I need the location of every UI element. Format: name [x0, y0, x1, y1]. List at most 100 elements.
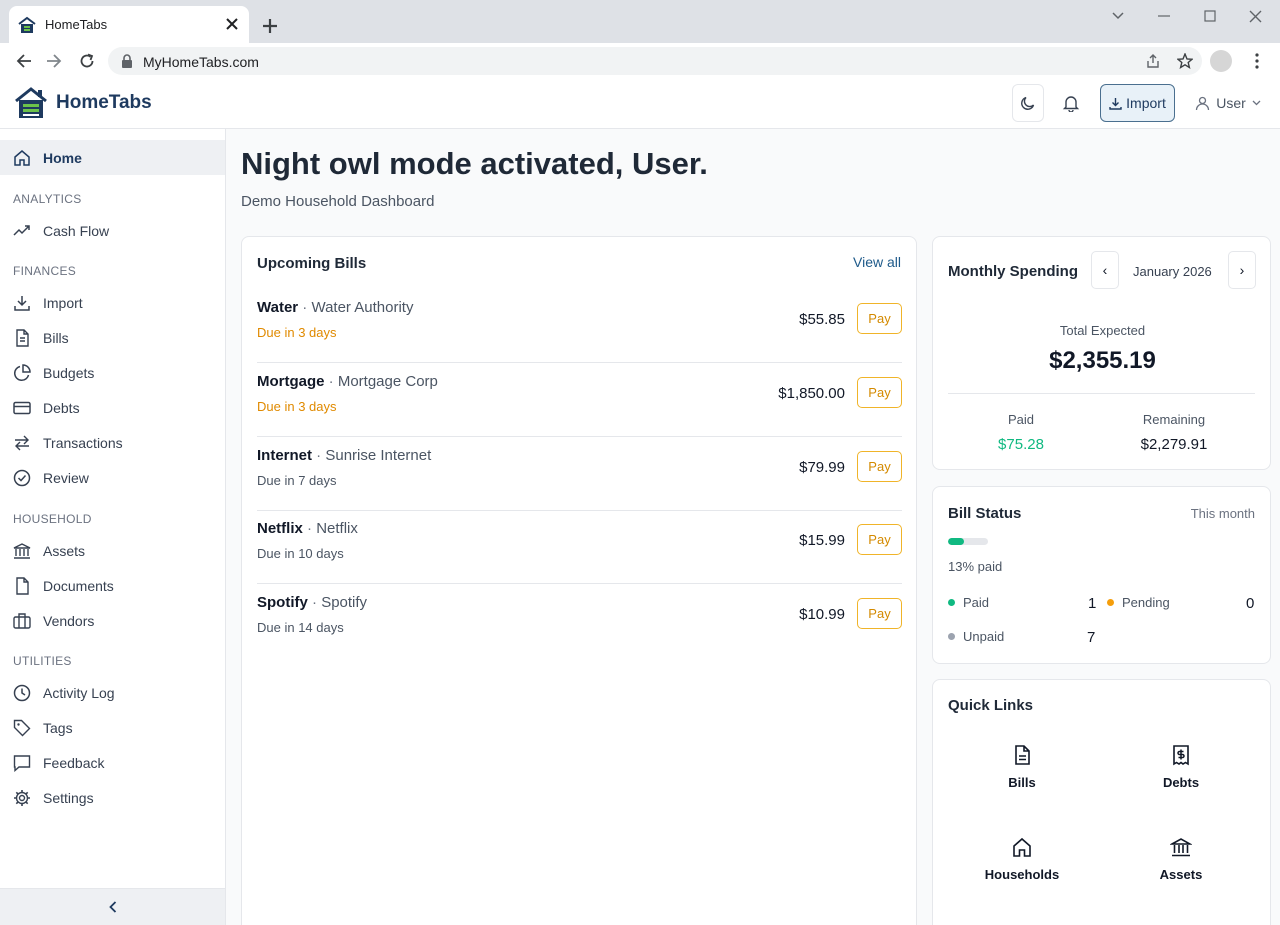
section-utilities: UTILITIES	[13, 654, 72, 668]
paid-progress-fill	[948, 538, 964, 545]
section-finances: FINANCES	[13, 264, 77, 278]
prev-month-button[interactable]: ‹	[1091, 251, 1119, 289]
sidebar-item-import[interactable]: Import	[0, 285, 225, 320]
sidebar-item-settings[interactable]: Settings	[0, 780, 225, 815]
sidebar-item-label: Transactions	[43, 434, 123, 451]
bank-icon	[13, 542, 31, 559]
user-label: User	[1216, 95, 1246, 111]
share-icon[interactable]	[1144, 52, 1162, 70]
quick-link-label: Assets	[1159, 867, 1203, 882]
pending-dot	[1107, 599, 1114, 606]
quick-link-debts[interactable]: Debts	[1121, 744, 1241, 790]
tag-icon	[13, 719, 31, 736]
bill-status-card: Bill Status This month 13% paid Paid 1 P…	[932, 486, 1271, 664]
favicon-icon	[18, 16, 36, 33]
pay-button[interactable]: Pay	[857, 598, 902, 629]
chevron-left-icon	[108, 901, 116, 913]
pay-button[interactable]: Pay	[857, 377, 902, 408]
pay-button[interactable]: Pay	[857, 451, 902, 482]
sidebar-item-label: Assets	[43, 542, 86, 559]
sidebar-item-label: Home	[43, 149, 82, 166]
pending-count: 0	[1246, 595, 1255, 612]
bill-due: Due in 3 days	[257, 325, 337, 340]
sidebar-item-documents[interactable]: Documents	[0, 568, 225, 603]
pie-chart-icon	[14, 363, 31, 381]
sidebar-item-vendors[interactable]: Vendors	[0, 603, 225, 638]
sidebar-item-debts[interactable]: Debts	[0, 390, 225, 425]
file-icon	[16, 328, 29, 347]
bookmark-star-icon[interactable]	[1176, 52, 1194, 70]
bill-row: Water · Water Authority Due in 3 days $5…	[257, 289, 902, 363]
sidebar-item-transactions[interactable]: Transactions	[0, 425, 225, 460]
file-icon	[1015, 745, 1030, 765]
pay-button[interactable]: Pay	[857, 303, 902, 334]
quick-link-assets[interactable]: Assets	[1121, 836, 1241, 882]
home-icon	[1013, 837, 1031, 857]
back-icon[interactable]	[12, 49, 36, 73]
document-icon	[16, 576, 29, 595]
address-bar[interactable]: MyHomeTabs.com	[108, 47, 1202, 75]
close-tab-icon[interactable]	[223, 15, 241, 33]
minimize-icon[interactable]	[1151, 5, 1177, 27]
legend-label: Paid	[963, 595, 990, 610]
period-label: This month	[1190, 506, 1255, 521]
sidebar-item-label: Activity Log	[43, 684, 115, 701]
reload-icon[interactable]	[75, 49, 99, 73]
upcoming-bills-title: Upcoming Bills	[257, 255, 367, 272]
paid-count: 1	[1088, 595, 1097, 612]
maximize-icon[interactable]	[1197, 5, 1223, 27]
brand-name: HomeTabs	[56, 92, 152, 113]
total-expected-value: $2,355.19	[1049, 347, 1156, 374]
paid-value: $75.28	[998, 436, 1044, 453]
unpaid-count: 7	[1087, 629, 1096, 646]
paid-progress-bar	[948, 538, 988, 545]
import-button[interactable]: Import	[1100, 84, 1175, 122]
bill-row: Netflix · Netflix Due in 10 days $15.99 …	[257, 510, 902, 584]
new-tab-icon[interactable]	[259, 15, 281, 37]
notifications-button[interactable]	[1058, 84, 1084, 122]
view-all-link[interactable]: View all	[853, 254, 901, 270]
sidebar-item-label: Bills	[43, 329, 69, 346]
divider	[948, 393, 1255, 394]
quick-link-label: Households	[984, 867, 1060, 882]
paid-summary: Paid $75.28	[956, 412, 1086, 453]
bill-row: Mortgage · Mortgage Corp Due in 3 days $…	[257, 363, 902, 437]
legend-unpaid: Unpaid	[948, 629, 1004, 644]
user-icon	[1196, 96, 1210, 110]
sidebar-item-budgets[interactable]: Budgets	[0, 355, 225, 390]
sidebar-item-bills[interactable]: Bills	[0, 320, 225, 355]
theme-toggle-button[interactable]	[1012, 84, 1044, 122]
clock-icon	[13, 684, 31, 701]
bill-name: Mortgage · Mortgage Corp	[257, 373, 438, 390]
next-month-button[interactable]: ›	[1228, 251, 1256, 289]
sidebar-item-label: Debts	[43, 399, 80, 416]
sidebar-item-assets[interactable]: Assets	[0, 533, 225, 568]
profile-avatar[interactable]	[1210, 50, 1232, 72]
sidebar-item-cash-flow[interactable]: Cash Flow	[0, 213, 225, 248]
sidebar-item-home[interactable]: Home	[0, 140, 225, 175]
quick-link-households[interactable]: Households	[962, 836, 1082, 882]
user-menu-button[interactable]: User	[1194, 84, 1262, 122]
quick-link-bills[interactable]: Bills	[962, 744, 1082, 790]
quick-link-label: Bills	[1008, 775, 1036, 790]
forward-icon[interactable]	[42, 49, 66, 73]
sidebar-item-label: Cash Flow	[43, 222, 110, 239]
collapse-sidebar-button[interactable]	[0, 888, 225, 925]
tab-search-icon[interactable]	[1105, 5, 1131, 27]
bill-row: Spotify · Spotify Due in 14 days $10.99 …	[257, 584, 902, 658]
sidebar-item-feedback[interactable]: Feedback	[0, 745, 225, 780]
moon-icon	[1021, 96, 1035, 110]
monthly-spending-title: Monthly Spending	[948, 263, 1078, 280]
brand[interactable]: HomeTabs	[14, 87, 152, 119]
sidebar-item-activity-log[interactable]: Activity Log	[0, 675, 225, 710]
bill-name: Water · Water Authority	[257, 299, 414, 316]
sidebar-item-review[interactable]: Review	[0, 460, 225, 495]
browser-menu-icon[interactable]	[1246, 50, 1268, 72]
browser-tab[interactable]: HomeTabs	[9, 6, 249, 43]
close-window-icon[interactable]	[1242, 5, 1268, 27]
pay-button[interactable]: Pay	[857, 524, 902, 555]
legend-paid: Paid	[948, 595, 989, 610]
chevron-down-icon	[1252, 100, 1261, 106]
legend-label: Unpaid	[963, 629, 1005, 644]
sidebar-item-tags[interactable]: Tags	[0, 710, 225, 745]
